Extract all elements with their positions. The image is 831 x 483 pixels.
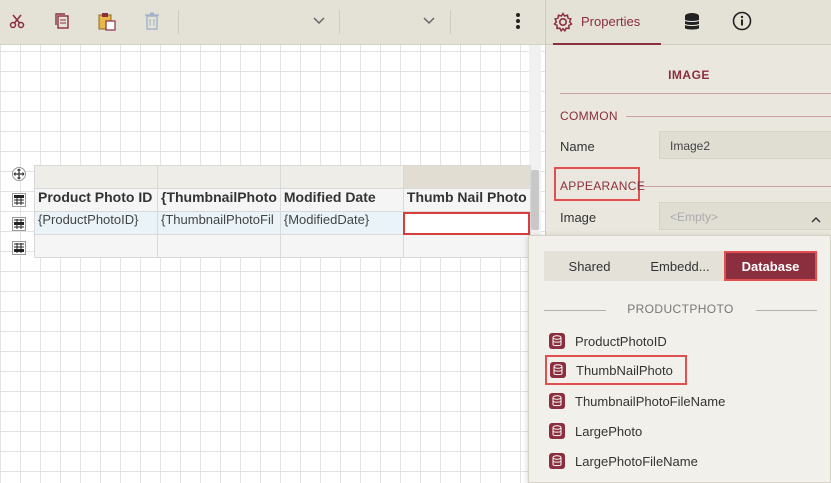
divider xyxy=(626,116,831,117)
database-field-icon xyxy=(549,453,565,469)
more-vertical-icon[interactable] xyxy=(509,12,527,30)
image-dropdown-value: <Empty> xyxy=(670,210,719,224)
source-tabs: Shared Embedd... Database xyxy=(544,251,818,281)
column-handle[interactable] xyxy=(402,165,531,189)
column-handles xyxy=(34,165,531,189)
paste-icon[interactable] xyxy=(96,9,118,33)
tab-database[interactable]: Database xyxy=(724,251,817,281)
field-label: LargePhotoFileName xyxy=(575,453,698,469)
report-table[interactable]: Product Photo ID {ThumbnailPhoto Modifie… xyxy=(34,165,531,258)
column-handle[interactable] xyxy=(157,165,281,189)
field-item[interactable]: ThumbnailPhotoFileName xyxy=(549,389,725,413)
section-appearance: APPEARANCE xyxy=(560,179,646,193)
header-cell[interactable]: Thumb Nail Photo xyxy=(402,188,531,212)
detail-row-icon[interactable] xyxy=(11,216,27,232)
header-cell[interactable]: {ThumbnailPhoto xyxy=(157,188,281,212)
name-field[interactable]: Image2 xyxy=(659,131,831,159)
tab-properties[interactable]: Properties xyxy=(553,0,661,45)
field-label: ThumbNailPhoto xyxy=(576,362,673,378)
image-label: Image xyxy=(560,210,597,225)
table-row: {ProductPhotoID} {ThumbnailPhotoFil {Mod… xyxy=(34,211,531,235)
image-dropdown[interactable]: <Empty> xyxy=(659,202,831,230)
group-title: PRODUCTPHOTO xyxy=(627,302,734,316)
header-cell[interactable]: Product Photo ID xyxy=(34,188,158,212)
tab-shared[interactable]: Shared xyxy=(544,251,635,281)
field-item[interactable]: ProductPhotoID xyxy=(549,329,667,353)
image-cell[interactable] xyxy=(402,211,531,235)
move-handle-icon[interactable] xyxy=(11,166,27,182)
tab-properties-label: Properties xyxy=(581,14,641,29)
empty-cell[interactable] xyxy=(402,234,531,258)
table-row xyxy=(34,234,531,258)
column-handle[interactable] xyxy=(279,165,404,189)
panel-tabs: Properties xyxy=(546,0,831,45)
toolbar-separator xyxy=(450,10,451,34)
divider xyxy=(756,310,817,311)
field-label: LargePhoto xyxy=(575,423,643,439)
panel-title: IMAGE xyxy=(668,68,710,82)
header-row-icon[interactable] xyxy=(11,192,27,208)
column-handle[interactable] xyxy=(34,165,158,189)
field-item[interactable]: LargePhoto xyxy=(549,419,642,443)
field-item[interactable]: LargePhotoFileName xyxy=(549,449,698,473)
field-label: ProductPhotoID xyxy=(575,333,667,349)
divider xyxy=(640,186,831,187)
copy-icon[interactable] xyxy=(51,9,73,33)
delete-icon[interactable] xyxy=(141,9,163,33)
image-source-popup: Shared Embedd... Database PRODUCTPHOTO P… xyxy=(528,235,831,483)
chevron-down-icon[interactable] xyxy=(310,12,328,30)
footer-row-icon[interactable] xyxy=(11,240,27,256)
database-field-icon xyxy=(549,393,565,409)
header-cell[interactable]: Modified Date xyxy=(279,188,404,212)
divider xyxy=(560,93,831,94)
data-cell[interactable]: {ModifiedDate} xyxy=(279,211,404,235)
scrollbar-thumb[interactable] xyxy=(531,170,539,230)
design-canvas[interactable] xyxy=(0,45,545,483)
database-field-icon xyxy=(550,362,566,378)
empty-cell[interactable] xyxy=(34,234,158,258)
empty-cell[interactable] xyxy=(279,234,404,258)
data-cell[interactable]: {ProductPhotoID} xyxy=(34,211,158,235)
chevron-up-icon xyxy=(811,212,821,226)
name-label: Name xyxy=(560,139,595,154)
empty-cell[interactable] xyxy=(157,234,281,258)
gear-icon xyxy=(553,11,573,32)
database-icon[interactable] xyxy=(683,12,701,35)
cut-icon[interactable] xyxy=(6,9,28,33)
data-cell[interactable]: {ThumbnailPhotoFil xyxy=(157,211,281,235)
section-common: COMMON xyxy=(560,109,618,123)
tab-embedded[interactable]: Embedd... xyxy=(635,251,725,281)
table-header-row: Product Photo ID {ThumbnailPhoto Modifie… xyxy=(34,188,531,212)
toolbar-separator xyxy=(178,10,179,34)
toolbar-separator xyxy=(339,10,340,34)
chevron-down-icon[interactable] xyxy=(420,12,438,30)
database-field-icon xyxy=(549,333,565,349)
database-field-icon xyxy=(549,423,565,439)
info-icon[interactable] xyxy=(732,11,752,34)
field-label: ThumbnailPhotoFileName xyxy=(575,393,726,409)
field-item-selected[interactable]: ThumbNailPhoto xyxy=(545,355,687,385)
designer-toolbar xyxy=(0,0,545,45)
